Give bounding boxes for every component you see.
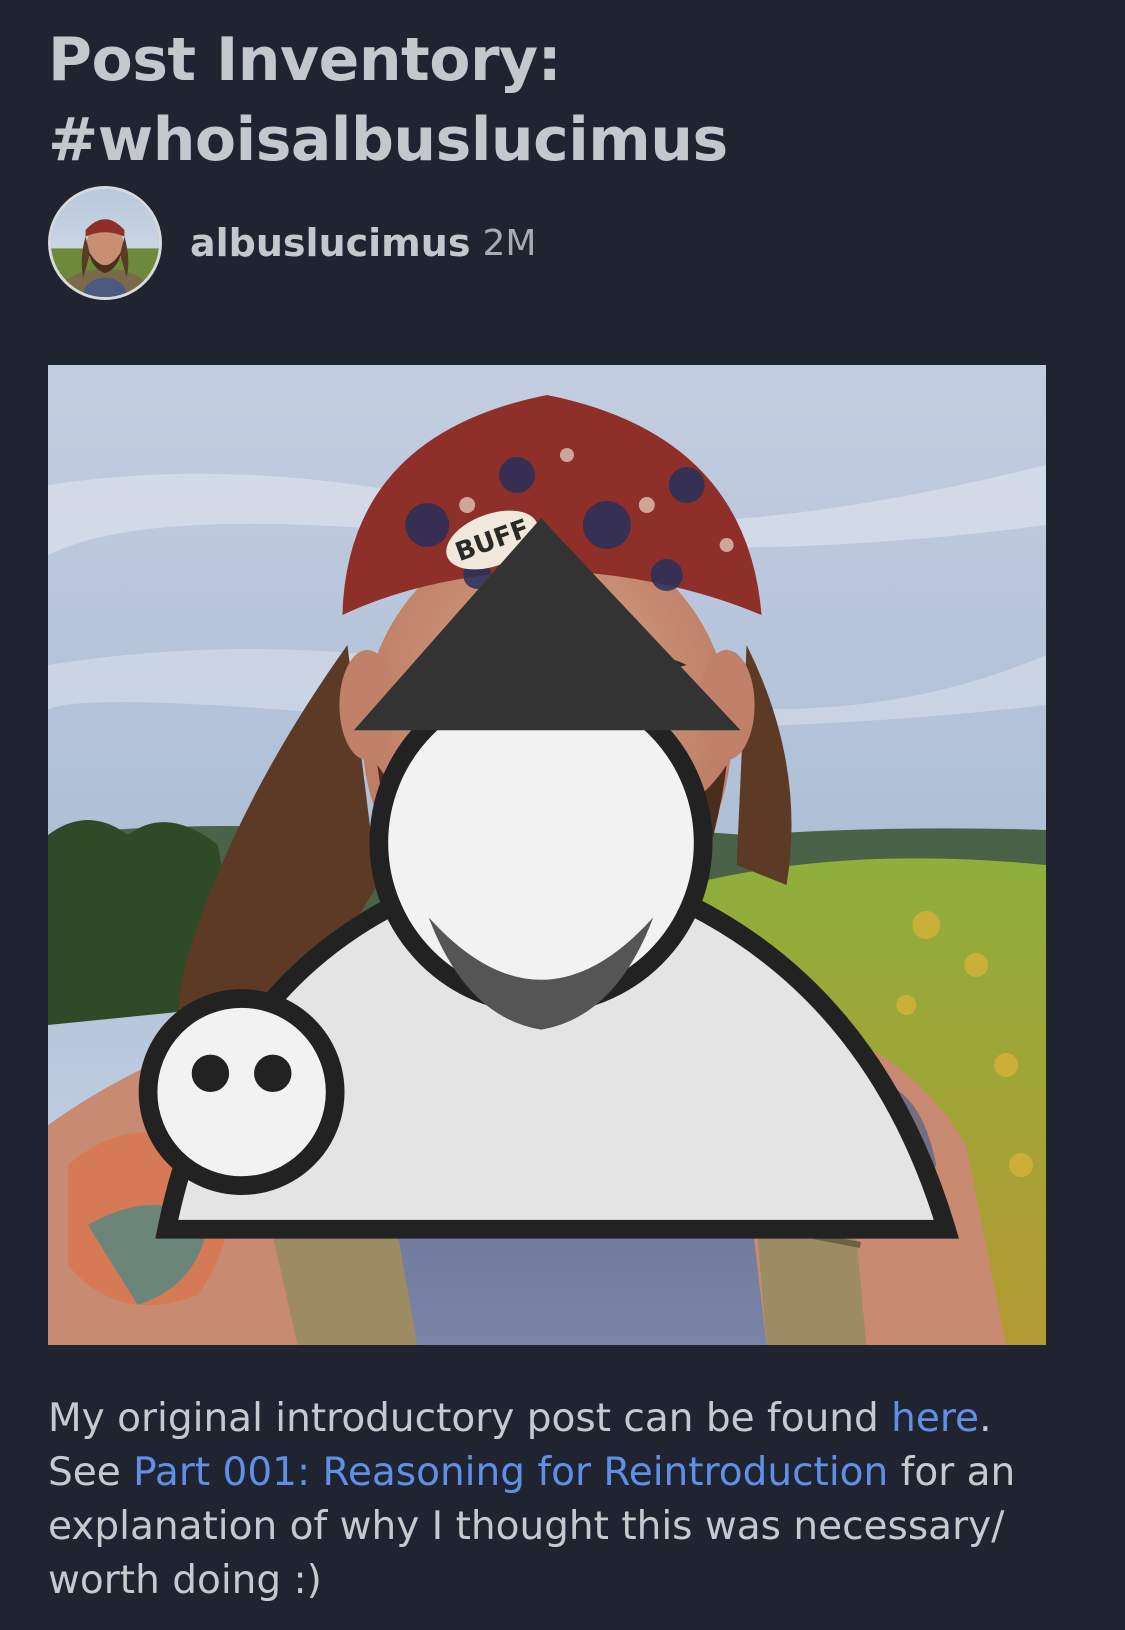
watermark-illustration xyxy=(138,518,960,1239)
post-title: Post Inventory: #whoisalbuslucimus xyxy=(48,25,728,175)
body-text-line2: See xyxy=(48,1450,134,1495)
author-avatar[interactable] xyxy=(48,186,162,300)
avatar-photo xyxy=(51,189,159,297)
post-age: 2M xyxy=(482,222,537,264)
post-photo[interactable]: BUFF xyxy=(48,365,1046,1345)
part-001-link[interactable]: Part 001: Reasoning for Reintroduction xyxy=(133,1450,888,1495)
body-text-line1-end: . xyxy=(979,1396,992,1441)
author-row: albuslucimus 2M xyxy=(48,184,536,302)
author-name[interactable]: albuslucimus xyxy=(190,221,470,265)
body-text-line1: My original introductory post can be fou… xyxy=(48,1396,892,1441)
post-body: My original introductory post can be fou… xyxy=(48,1392,1088,1608)
original-post-link[interactable]: here xyxy=(891,1396,979,1441)
